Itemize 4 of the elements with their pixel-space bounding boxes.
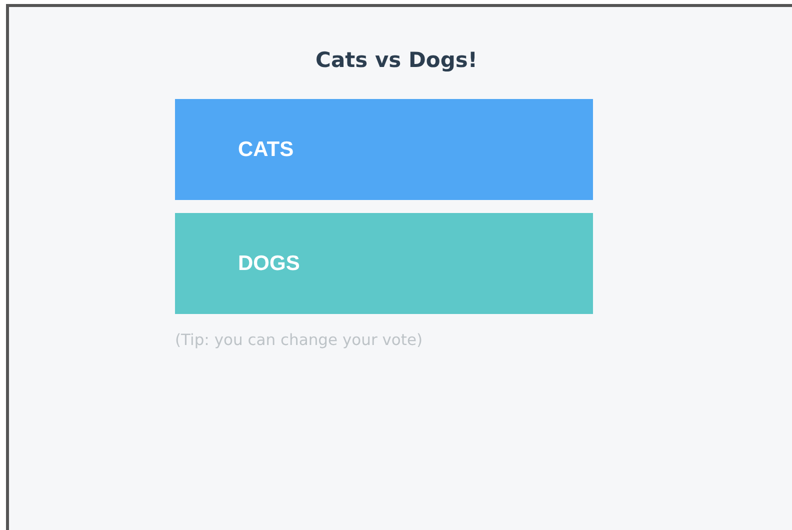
tip-text: (Tip: you can change your vote)	[175, 331, 424, 349]
vote-button[interactable]: CATS	[175, 99, 593, 200]
vote-button[interactable]: DOGS	[175, 213, 593, 314]
page-title: Cats vs Dogs!	[314, 47, 478, 73]
